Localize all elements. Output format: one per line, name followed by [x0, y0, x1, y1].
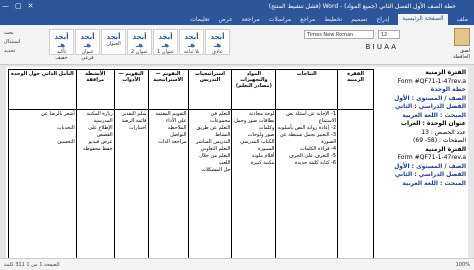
- tab-design[interactable]: تصميم: [351, 16, 367, 23]
- table-header: التقويم — الأدوات: [113, 69, 149, 110]
- table-cell[interactable]: [337, 109, 374, 258]
- table-header: التأمل الذاتي حول الوحدة: [8, 69, 77, 110]
- title-bar: خطة الصف الأول الفصل الثاني (جميع المواد…: [0, 0, 474, 14]
- find-button[interactable]: بحث: [4, 29, 44, 38]
- unit-info-line: Form #QF71-1-47rev.a: [397, 77, 466, 85]
- unit-info-line: الصف / المستوى : الأول: [394, 162, 466, 170]
- tab-review[interactable]: مراجعة: [242, 16, 260, 23]
- style-tile[interactable]: أبجد هـ عادي: [205, 29, 230, 55]
- tab-view[interactable]: عرض: [219, 16, 233, 23]
- window-title: خطة الصف الأول الفصل الثاني (جميع المواد…: [268, 3, 456, 10]
- unit-info-line: عنوان الوحدة : الغراب: [400, 120, 466, 127]
- table-cell[interactable]: أشعر بالرضا عن التحديات التحسين: [8, 109, 77, 258]
- tab-file[interactable]: ملف: [457, 16, 468, 23]
- zoom-level[interactable]: 100%: [456, 262, 470, 268]
- table-header-row: الفقرة الزمنية النتاجات المواد والتجهيزا…: [8, 69, 374, 110]
- unit-plan-table: الفقرة الزمنية النتاجات المواد والتجهيزا…: [8, 69, 374, 258]
- replace-button[interactable]: استبدال: [4, 38, 44, 47]
- style-tile[interactable]: أبجد هـ بلا تباعد: [179, 29, 204, 55]
- format-buttons[interactable]: B I U A A: [366, 43, 396, 51]
- font-group: Times New Roman 12 B I U A A: [224, 28, 404, 62]
- close-icon[interactable]: ✕: [28, 2, 34, 10]
- table-cell[interactable]: زيارة المكتبة المدرسية الإطلاع على القصص…: [75, 109, 115, 258]
- tab-home[interactable]: الصفحة الرئيسية: [398, 14, 448, 25]
- style-tile[interactable]: أبجد هـ عنوان فرعي: [75, 29, 100, 61]
- minimize-icon[interactable]: —: [2, 2, 9, 10]
- table-cell[interactable]: التقويم المعتمد على الأداء الملاحظة التو…: [147, 109, 189, 258]
- unit-info-line: المبحث : اللغة العربية: [402, 179, 466, 187]
- unit-info-line: الفترة الزمنية: [425, 69, 466, 76]
- unit-info-panel: الفترة الزمنية Form #QF71-1-47rev.a خطة ال…: [374, 69, 466, 258]
- unit-info-line: الصفحات : (58- 69): [413, 137, 466, 144]
- ribbon: لصق الحافظة Times New Roman 12 B I U A A…: [0, 25, 474, 65]
- unit-info-line: خطة الوحدة: [430, 86, 466, 93]
- clipboard-group: لصق الحافظة: [408, 28, 470, 62]
- style-tile[interactable]: أبجد هـ تأكيد خفيف: [49, 29, 74, 61]
- tab-references[interactable]: مراجع: [300, 16, 315, 23]
- document-area: الفقرة الزمنية النتاجات المواد والتجهيزا…: [0, 65, 474, 258]
- tab-mailings[interactable]: مراسلات: [269, 16, 291, 23]
- table-cell[interactable]: لوحة محادثة بطاقات صور وجمل وكلمات صور و…: [231, 109, 277, 258]
- style-tile[interactable]: أبجد العنوان: [101, 29, 126, 55]
- table-header: التقويم — الاستراتيجية: [147, 69, 189, 110]
- table-cell[interactable]: سلم التقدير قائمة الرصد اختبارات: [113, 109, 149, 258]
- table-cell[interactable]: التعلم في مجموعات التعلم عن طريق النشاط …: [187, 109, 233, 258]
- unit-info-line: الفصل الدراسي : الثاني: [394, 103, 466, 110]
- table-cell[interactable]: 1- الإجابة عن أسئلة نص الاستماع 2- إعادة…: [275, 109, 339, 258]
- unit-info-line: Form #QF71-1-47rev.a: [397, 154, 466, 161]
- table-header: الأنشطة مرافقة: [75, 69, 115, 110]
- select-button[interactable]: تحديد: [4, 47, 44, 56]
- table-header: المواد والتجهيزات (مصادر التعلم): [231, 69, 277, 110]
- editing-group: بحث استبدال تحديد: [4, 29, 44, 56]
- unit-info-line: الصف / المستوى : الأول: [394, 94, 466, 102]
- table-header: الفقرة الزمنية: [337, 69, 374, 110]
- table-row: 1- الإجابة عن أسئلة نص الاستماع 2- إعادة…: [8, 109, 374, 258]
- unit-info-line: الفصل الدراسي : الثاني: [394, 171, 466, 178]
- font-size-select[interactable]: 12: [378, 30, 400, 39]
- unit-info-line: المبحث : اللغة العربية: [402, 111, 466, 119]
- paste-icon[interactable]: [454, 28, 470, 46]
- table-header: استراتيجيات التدريس: [187, 69, 233, 110]
- tab-layout[interactable]: تخطيط: [324, 16, 342, 23]
- table-header: النتاجات: [275, 69, 339, 110]
- clipboard-label: الحافظة: [453, 54, 470, 60]
- status-bar: الصفحة 1 من 1 311 كلمة 100%: [0, 258, 474, 270]
- tab-help[interactable]: تعليمات: [190, 16, 209, 23]
- unit-info-line: عدد الحصص : 13: [421, 128, 466, 136]
- tab-insert[interactable]: إدراج: [376, 16, 389, 23]
- styles-gallery: أبجد هـ عادي أبجد هـ بلا تباعد أبجد هـ عنوا…: [48, 29, 230, 61]
- maximize-icon[interactable]: ▢: [15, 2, 22, 10]
- unit-info-line: الفترة الزمنية: [425, 145, 466, 153]
- document-page[interactable]: الفقرة الزمنية النتاجات المواد والتجهيزا…: [6, 67, 468, 258]
- ribbon-tabs: ملف الصفحة الرئيسية إدراج تصميم تخطيط مر…: [0, 14, 474, 25]
- window-controls: ✕ ▢ —: [2, 2, 34, 10]
- page-word-count: الصفحة 1 من 1 311 كلمة: [4, 262, 60, 268]
- font-name-select[interactable]: Times New Roman: [304, 30, 374, 39]
- style-tile[interactable]: أبجد هـ عنوان 2: [127, 29, 152, 55]
- style-tile[interactable]: أبجد هـ عنوان 1: [153, 29, 178, 55]
